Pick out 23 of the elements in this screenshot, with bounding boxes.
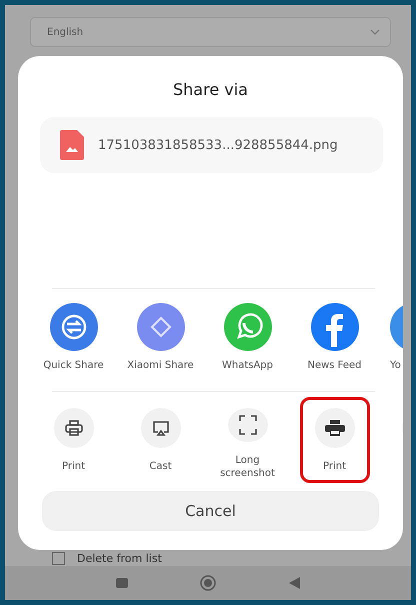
screenshot-frame-icon (238, 415, 256, 435)
app-label[interactable]: Xiaomi Share (127, 360, 194, 371)
cancel-button[interactable]: Cancel (42, 491, 379, 531)
cast-icon (152, 420, 170, 436)
app-label[interactable]: News Feed (307, 360, 362, 371)
highlighted-action[interactable]: Print (300, 397, 370, 483)
chevron-down-icon (370, 29, 380, 35)
language-value: English (47, 26, 84, 38)
share-action[interactable]: Cast (126, 397, 196, 483)
home-button[interactable] (200, 575, 216, 591)
app-label[interactable]: Yo (390, 360, 401, 371)
sheet-title: Share via (173, 80, 248, 99)
printer-icon (64, 420, 82, 436)
image-file-icon (60, 130, 84, 160)
recents-button[interactable] (114, 575, 130, 591)
checkbox[interactable] (52, 552, 65, 565)
app-label[interactable]: WhatsApp (222, 360, 274, 371)
printer-icon (324, 420, 344, 436)
file-name: 175103831858533...928855844.png (98, 138, 338, 152)
app-label[interactable]: Quick Share (43, 360, 104, 371)
checkbox-label: Delete from list (77, 552, 162, 565)
share-action[interactable]: Long screenshot (212, 397, 282, 483)
share-action[interactable]: Print (38, 397, 108, 483)
